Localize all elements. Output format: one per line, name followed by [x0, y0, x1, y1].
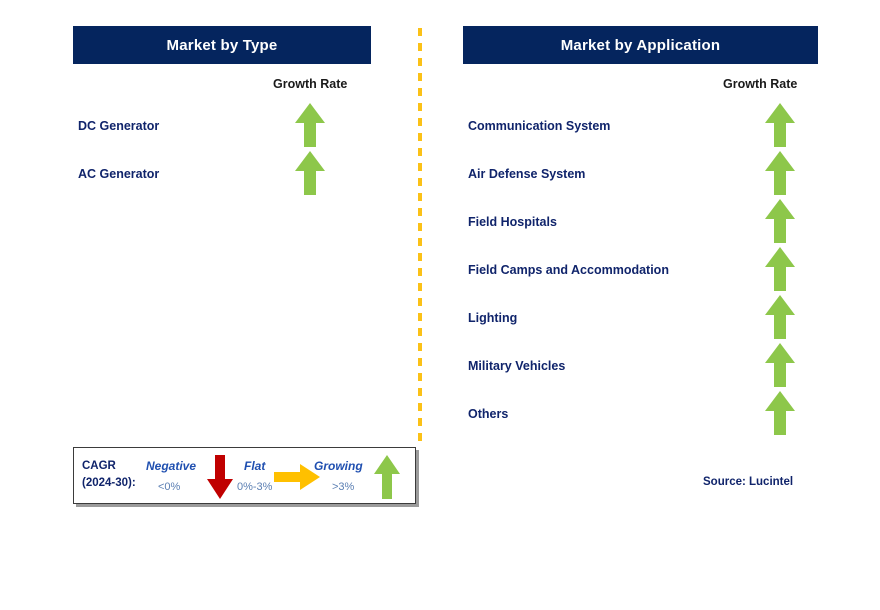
arrow-up-green-icon	[295, 103, 325, 147]
arrow-down-red-icon	[207, 455, 233, 499]
arrow-up-green-icon	[765, 247, 795, 291]
panel-divider	[418, 28, 422, 448]
growth-rate-label-left: Growth Rate	[273, 77, 348, 91]
arrow-up-green-icon	[374, 455, 400, 499]
arrow-up-green-icon	[765, 151, 795, 195]
source-note: Source: Lucintel	[703, 476, 794, 488]
panel-title-application: Market by Application	[560, 36, 721, 54]
legend-cagr-line1: CAGR	[82, 460, 116, 472]
growth-rate-label-right: Growth Rate	[723, 77, 798, 91]
segment-row: Field Camps and Accommodation	[420, 247, 880, 295]
panel-header-type: Market by Type	[73, 26, 371, 64]
market-by-type-panel: Market by Type Growth Rate DC Generator A…	[0, 0, 420, 610]
legend-range-negative: <0%	[158, 481, 181, 493]
arrow-up-green-icon	[765, 295, 795, 339]
segment-label: DC Generator	[78, 119, 160, 133]
segment-row: Lighting	[420, 295, 880, 343]
segment-row: Air Defense System	[420, 151, 880, 199]
legend-term-flat: Flat	[244, 459, 266, 473]
segment-label: Lighting	[468, 311, 518, 325]
segment-label: Military Vehicles	[468, 359, 566, 373]
cagr-legend: CAGR (2024-30): Negative <0% Flat 0%-3% …	[73, 447, 416, 504]
legend-range-flat: 0%-3%	[237, 481, 273, 493]
legend-range-growing: >3%	[332, 481, 355, 493]
arrow-up-green-icon	[765, 343, 795, 387]
arrow-up-green-icon	[295, 151, 325, 195]
segment-label: Others	[468, 407, 509, 421]
segment-row: Communication System	[420, 103, 880, 151]
segment-row: DC Generator	[0, 103, 420, 151]
segment-label: Communication System	[468, 119, 611, 133]
segment-row: Others	[420, 391, 880, 439]
panel-title-type: Market by Type	[166, 36, 278, 54]
arrow-up-green-icon	[765, 391, 795, 435]
legend-term-negative: Negative	[146, 459, 197, 473]
segment-label: Field Hospitals	[468, 215, 557, 229]
legend-cagr-line2: (2024-30):	[82, 477, 136, 489]
legend-term-growing: Growing	[314, 459, 363, 473]
segment-row: Field Hospitals	[420, 199, 880, 247]
arrow-up-green-icon	[765, 103, 795, 147]
market-by-application-panel: Market by Application Growth Rate Commun…	[420, 0, 880, 610]
panel-header-application: Market by Application	[463, 26, 818, 64]
legend-cagr-label: CAGR (2024-30):	[82, 458, 136, 492]
segment-label: Field Camps and Accommodation	[468, 263, 669, 277]
segment-label: Air Defense System	[468, 167, 586, 181]
segment-label: AC Generator	[78, 167, 160, 181]
segment-row: Military Vehicles	[420, 343, 880, 391]
segment-row: AC Generator	[0, 151, 420, 199]
arrow-up-green-icon	[765, 199, 795, 243]
